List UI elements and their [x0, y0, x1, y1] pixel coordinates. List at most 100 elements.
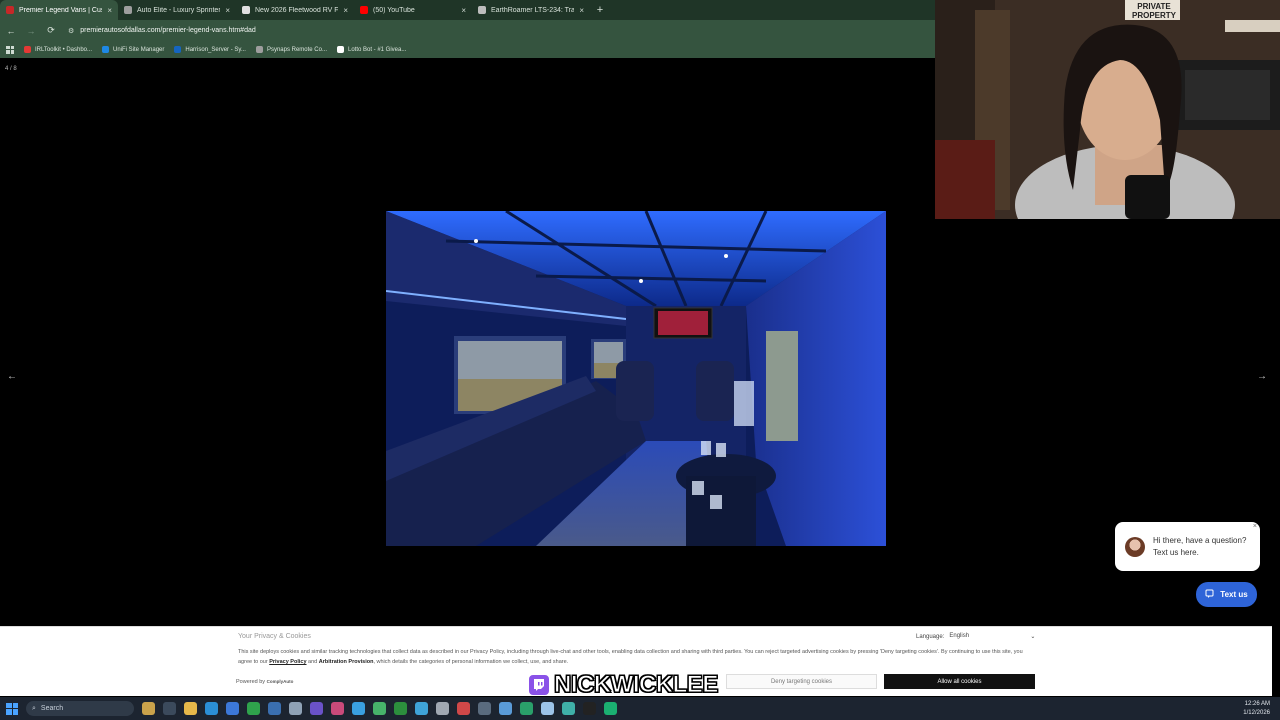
tab-title: (50) YouTube	[373, 6, 415, 14]
text-us-label: Text us	[1220, 590, 1248, 599]
taskbar-app-icon[interactable]	[436, 702, 449, 715]
sign-line-1: PRIVATE	[1137, 2, 1171, 11]
taskbar-app-icon[interactable]	[352, 702, 365, 715]
tab-close-icon[interactable]: ×	[461, 6, 466, 15]
bookmark-label: IRLToolkit • Dashbo...	[35, 46, 93, 53]
taskbar-app-icon[interactable]	[142, 702, 155, 715]
taskbar-app-icon[interactable]	[310, 702, 323, 715]
chat-prompt-bubble[interactable]: Hi there, have a question? Text us here.…	[1115, 522, 1260, 571]
browser-tab[interactable]: Premier Legend Vans | Custom ×	[0, 0, 118, 20]
taskbar-app-icon[interactable]	[478, 702, 491, 715]
bookmark-favicon-icon	[336, 46, 344, 53]
system-clock[interactable]: 12:26 AM 1/12/2026	[1243, 700, 1270, 718]
taskbar-app-icon[interactable]	[415, 702, 428, 715]
site-info-icon[interactable]: ⚙	[68, 27, 74, 35]
complyauto-logo: ComplyAuto	[266, 679, 294, 684]
back-button[interactable]: ←	[6, 26, 16, 36]
new-tab-button[interactable]: +	[590, 0, 610, 20]
van-interior-photo	[386, 211, 886, 546]
taskbar-app-icon[interactable]	[520, 702, 533, 715]
bookmark-item[interactable]: IRLToolkit • Dashbo...	[24, 46, 92, 53]
taskbar-app-icon[interactable]	[247, 702, 260, 715]
cookie-banner-title: Your Privacy & Cookies	[238, 633, 311, 640]
browser-tab[interactable]: (50) YouTube ×	[354, 0, 472, 20]
cookie-description-end: , which details the categories of person…	[373, 659, 569, 665]
tab-title: Auto Elite - Luxury Sprinter Van	[137, 6, 221, 14]
allow-all-cookies-button[interactable]: Allow all cookies	[884, 674, 1035, 689]
sign-line-2: PROPERTY	[1131, 11, 1176, 20]
streamer-webcam: PRIVATE PROPERTY	[935, 0, 1280, 219]
cookie-description: This site deploys cookies and similar tr…	[238, 647, 1030, 667]
bookmarks-bar: IRLToolkit • Dashbo... UniFi Site Manager…	[0, 41, 935, 58]
taskbar-app-icon[interactable]	[163, 702, 176, 715]
taskbar-app-icon[interactable]	[331, 702, 344, 715]
powered-by-label: Powered by	[236, 679, 266, 685]
bookmark-favicon-icon	[255, 46, 263, 53]
browser-tab[interactable]: EarthRoamer LTS-234: Travel Cl ×	[472, 0, 590, 20]
apps-grid-icon[interactable]	[6, 45, 14, 54]
tab-close-icon[interactable]: ×	[225, 6, 230, 15]
address-bar[interactable]: ⚙ premierautosofdallas.com/premier-legen…	[68, 27, 256, 35]
windows-start-icon[interactable]	[6, 702, 18, 715]
prev-image-arrow[interactable]: ←	[7, 371, 17, 382]
search-icon: ⌕	[32, 704, 36, 712]
reload-button[interactable]: ⟳	[46, 25, 56, 36]
taskbar-app-icon[interactable]	[184, 702, 197, 715]
agent-avatar	[1125, 536, 1145, 557]
language-label: Language:	[916, 633, 945, 640]
taskbar-app-icon[interactable]	[562, 702, 575, 715]
forward-button[interactable]: →	[26, 26, 36, 36]
bookmark-favicon-icon	[102, 46, 110, 53]
bookmark-label: Harrison_Server - Sy...	[185, 46, 246, 53]
text-us-button[interactable]: Text us	[1196, 582, 1257, 607]
taskbar-app-icon[interactable]	[394, 702, 407, 715]
taskbar-app-icon[interactable]	[373, 702, 386, 715]
taskbar-app-icon[interactable]	[457, 702, 470, 715]
browser-tab[interactable]: New 2026 Fleetwood RV Fortis ×	[236, 0, 354, 20]
taskbar-app-icon[interactable]	[604, 702, 617, 715]
taskbar-app-icon[interactable]	[499, 702, 512, 715]
taskbar-app-icon[interactable]	[205, 702, 218, 715]
bookmark-label: Psynaps Remote Co...	[266, 46, 327, 53]
taskbar-search[interactable]: ⌕ Search	[26, 701, 134, 716]
deny-targeting-cookies-button[interactable]: Deny targeting cookies	[726, 674, 877, 689]
next-image-arrow[interactable]: →	[1257, 371, 1267, 382]
tab-close-icon[interactable]: ×	[579, 6, 584, 15]
arbitration-provision-link[interactable]: Arbitration Provision	[319, 659, 374, 665]
streamer-name: NICKWICKLEE	[554, 671, 719, 699]
tab-title: New 2026 Fleetwood RV Fortis	[255, 6, 339, 14]
bookmark-favicon-icon	[24, 46, 31, 53]
chat-close-icon[interactable]: ×	[1253, 523, 1257, 530]
tab-close-icon[interactable]: ×	[343, 6, 348, 15]
bookmark-item[interactable]: Lotto Bot - #1 Givea...	[336, 46, 406, 53]
private-property-sign: PRIVATE PROPERTY	[1130, 2, 1178, 20]
tab-favicon-icon	[124, 6, 132, 14]
taskbar-app-icon[interactable]	[541, 702, 554, 715]
tab-favicon-icon	[360, 6, 368, 14]
bookmark-item[interactable]: UniFi Site Manager	[102, 46, 164, 53]
tab-title: EarthRoamer LTS-234: Travel Cl	[491, 6, 575, 14]
clock-date: 1/12/2026	[1243, 710, 1270, 716]
and-text: and	[308, 659, 318, 665]
taskbar-app-icon[interactable]	[583, 702, 596, 715]
taskbar-search-placeholder: Search	[40, 705, 64, 712]
browser-tab-strip: Premier Legend Vans | Custom×Auto Elite …	[0, 0, 935, 20]
taskbar-app-icon[interactable]	[289, 702, 302, 715]
chat-prompt-text: Hi there, have a question? Text us here.	[1153, 535, 1247, 557]
url-text: premierautosofdallas.com/premier-legend-…	[80, 27, 256, 34]
tab-title: Premier Legend Vans | Custom	[19, 6, 102, 14]
tab-close-icon[interactable]: ×	[107, 6, 112, 15]
bookmark-label: UniFi Site Manager	[113, 46, 165, 53]
chevron-down-icon: ⌄	[1030, 634, 1036, 640]
clock-time: 12:26 AM	[1244, 701, 1270, 707]
bookmark-item[interactable]: Psynaps Remote Co...	[255, 46, 327, 53]
streamer-watermark: NICKWICKLEE	[528, 671, 719, 699]
tab-favicon-icon	[242, 6, 250, 14]
language-selector[interactable]: Language: English ⌄	[916, 633, 1035, 640]
taskbar-app-icon[interactable]	[268, 702, 281, 715]
taskbar-app-icon[interactable]	[226, 702, 239, 715]
bookmark-item[interactable]: Harrison_Server - Sy...	[174, 46, 246, 53]
privacy-policy-link[interactable]: Privacy Policy	[269, 659, 306, 665]
language-dropdown[interactable]: English ⌄	[949, 633, 1035, 640]
browser-tab[interactable]: Auto Elite - Luxury Sprinter Van ×	[118, 0, 236, 20]
